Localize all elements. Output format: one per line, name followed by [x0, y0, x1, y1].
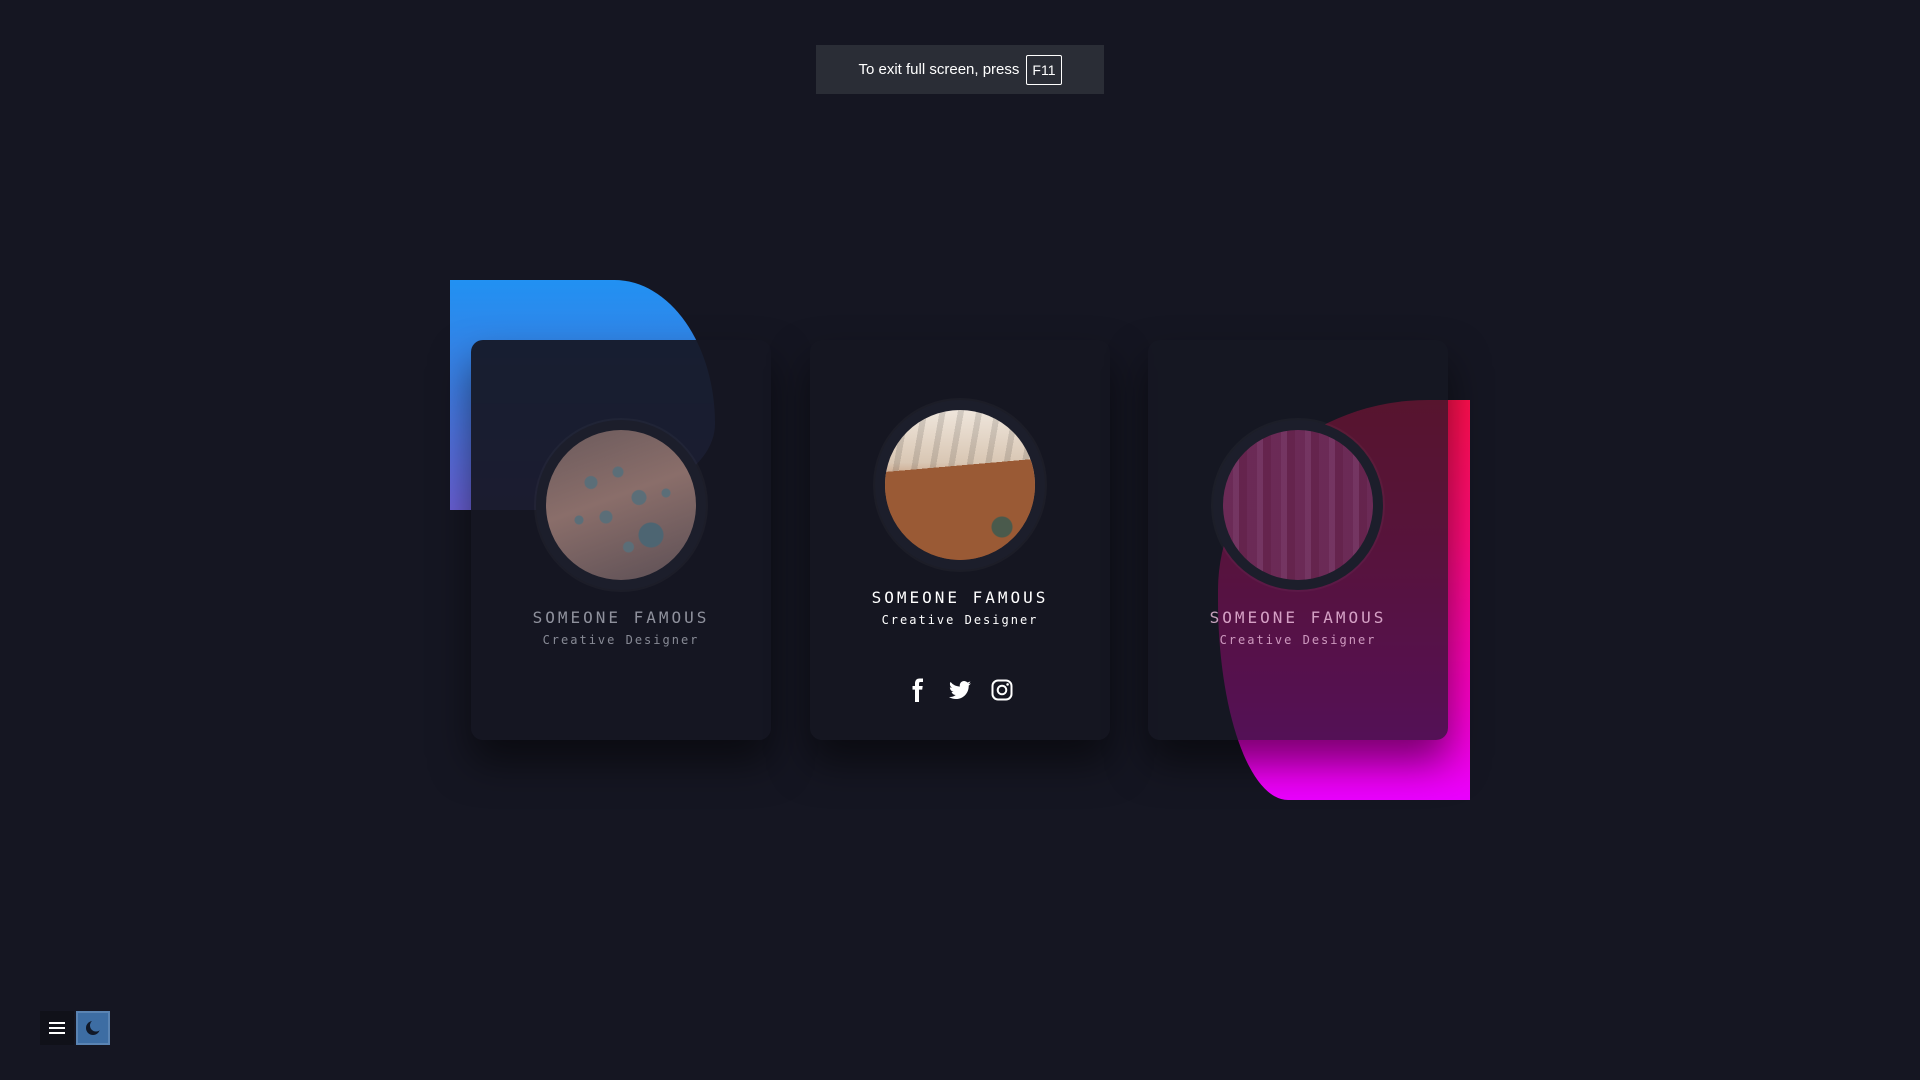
menu-icon	[49, 1022, 65, 1034]
profile-role: Creative Designer	[1219, 633, 1377, 647]
profile-card-1[interactable]: SOMEONE FAMOUS Creative Designer	[471, 340, 771, 740]
instagram-icon[interactable]	[990, 678, 1014, 702]
profile-card-3[interactable]: SOMEONE FAMOUS Creative Designer	[1148, 340, 1448, 740]
social-links	[810, 678, 1110, 702]
avatar-ring	[1213, 420, 1383, 590]
avatar-cafe-table	[885, 410, 1035, 560]
avatar-city-skyline	[1223, 430, 1373, 580]
facebook-icon[interactable]	[906, 678, 930, 702]
f11-key: F11	[1026, 54, 1062, 85]
moon-icon	[86, 1019, 102, 1035]
profile-card-2[interactable]: SOMEONE FAMOUS Creative Designer	[810, 340, 1110, 740]
avatar-ring	[875, 400, 1045, 570]
fullscreen-message: To exit full screen, press	[858, 61, 1020, 78]
avatar-water-drops	[546, 430, 696, 580]
theme-toggle-button[interactable]	[76, 1011, 110, 1045]
twitter-icon[interactable]	[948, 678, 972, 702]
fullscreen-exit-notice: To exit full screen, press F11	[816, 45, 1104, 94]
city-skyline-image	[1223, 430, 1373, 580]
profile-name: SOMEONE FAMOUS	[871, 588, 1049, 607]
avatar-ring	[536, 420, 706, 590]
water-drops-image	[546, 430, 696, 580]
mini-toolbar	[40, 1011, 110, 1045]
profile-name: SOMEONE FAMOUS	[1209, 608, 1387, 627]
cafe-table-image	[885, 410, 1035, 560]
page: To exit full screen, press F11 SOMEONE F…	[0, 0, 1920, 1080]
profile-role: Creative Designer	[542, 633, 700, 647]
profile-name: SOMEONE FAMOUS	[532, 608, 710, 627]
menu-button[interactable]	[40, 1011, 74, 1045]
profile-role: Creative Designer	[881, 613, 1039, 627]
